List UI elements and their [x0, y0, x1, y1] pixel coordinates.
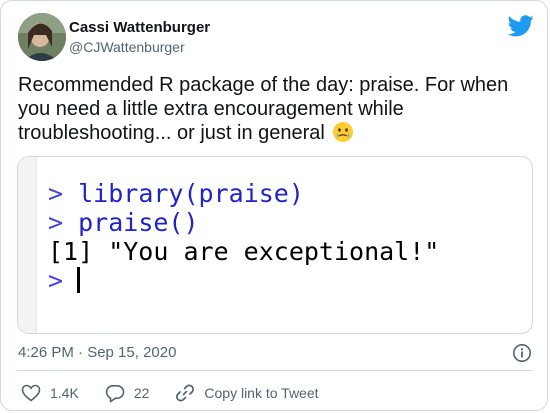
- console-command: praise(): [78, 208, 199, 237]
- reply-bubble-icon: [105, 384, 125, 402]
- text-cursor: [77, 267, 81, 293]
- console-prompt: >: [48, 266, 64, 295]
- console-line: > praise(): [48, 208, 439, 237]
- heart-icon: [21, 384, 41, 402]
- info-icon[interactable]: [512, 343, 532, 363]
- tweet-timestamp[interactable]: 4:26 PM · Sep 15, 2020: [18, 344, 176, 361]
- link-icon: [176, 384, 195, 402]
- r-console: > library(praise) > praise() [1] "You ar…: [48, 179, 439, 295]
- action-bar: 1.4K 22 Copy link to Tweet: [21, 381, 345, 405]
- tweet-text-content: Recommended R package of the day: praise…: [18, 74, 509, 144]
- console-line: >: [48, 266, 439, 295]
- tweet-text: Recommended R package of the day: praise…: [18, 73, 528, 145]
- like-count: 1.4K: [50, 385, 79, 401]
- reply-count: 22: [133, 385, 150, 401]
- reply-button[interactable]: 22: [105, 384, 150, 403]
- console-prompt: >: [48, 179, 64, 208]
- copy-link-label: Copy link to Tweet: [204, 385, 319, 401]
- author-name[interactable]: Cassi Wattenburger: [69, 19, 210, 36]
- attached-image[interactable]: > library(praise) > praise() [1] "You ar…: [17, 156, 533, 334]
- tweet-card: Cassi Wattenburger @CJWattenburger Recom…: [0, 0, 548, 411]
- like-button[interactable]: 1.4K: [21, 384, 79, 402]
- author-handle[interactable]: @CJWattenburger: [69, 39, 185, 55]
- avatar[interactable]: [18, 13, 66, 61]
- copy-link-button[interactable]: Copy link to Tweet: [175, 383, 319, 403]
- console-command: library(praise): [78, 179, 304, 208]
- console-prompt: >: [48, 208, 64, 237]
- console-gutter: [18, 157, 37, 333]
- twitter-bird-icon[interactable]: [508, 15, 534, 37]
- console-line: [1] "You are exceptional!": [48, 237, 439, 266]
- console-output: [1] "You are exceptional!": [48, 237, 440, 266]
- face-holding-back-tears-icon: [333, 122, 354, 142]
- divider: [17, 370, 533, 371]
- console-line: > library(praise): [48, 179, 439, 208]
